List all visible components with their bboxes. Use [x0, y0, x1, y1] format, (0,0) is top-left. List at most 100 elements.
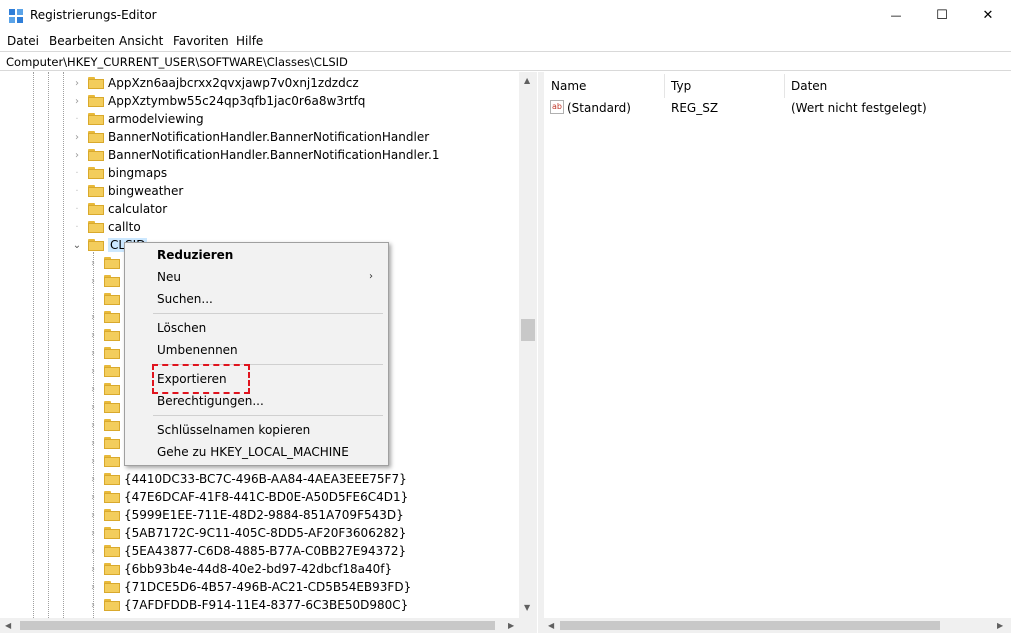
value-row[interactable]: ab (Standard) REG_SZ (Wert nicht festgel… — [544, 99, 1011, 117]
tree-item[interactable]: › BannerNotificationHandler.BannerNotifi… — [70, 128, 429, 146]
expand-icon[interactable]: › — [86, 398, 100, 416]
tree-hscroll-thumb[interactable] — [20, 621, 495, 630]
expand-icon[interactable]: › — [70, 92, 84, 110]
tree-item[interactable]: › — [86, 254, 124, 272]
menu-hilfe[interactable]: Hilfe — [236, 34, 263, 48]
folder-icon — [104, 581, 120, 593]
expand-icon[interactable]: › — [86, 326, 100, 344]
menu-datei[interactable]: Datei — [7, 34, 39, 48]
menu-bearbeiten[interactable]: Bearbeiten — [49, 34, 115, 48]
column-separator[interactable] — [784, 74, 785, 98]
address-bar[interactable]: Computer\HKEY_CURRENT_USER\SOFTWARE\Clas… — [0, 51, 1011, 71]
tree-item-label: {71DCE5D6-4B57-496B-AC21-CD5B54EB93FD} — [124, 580, 412, 594]
expand-icon[interactable]: › — [86, 434, 100, 452]
tree-item-label: {5AB7172C-9C11-405C-8DD5-AF20F3606282} — [124, 526, 407, 540]
tree-item[interactable]: › AppXzn6aajbcrxx2qvxjawp7v0xnj1zdzdcz — [70, 74, 359, 92]
maximize-icon: ☐ — [936, 8, 948, 23]
scroll-right-icon[interactable]: ▶ — [997, 621, 1003, 630]
tree-item[interactable]: · calculator — [70, 200, 167, 218]
tree-item[interactable]: · bingmaps — [70, 164, 167, 182]
expand-icon[interactable]: › — [86, 542, 100, 560]
scroll-right-icon[interactable]: ▶ — [508, 621, 514, 630]
expand-icon[interactable]: › — [86, 380, 100, 398]
tree-item[interactable]: › — [86, 452, 124, 470]
folder-icon — [88, 95, 104, 107]
expand-icon[interactable]: › — [86, 506, 100, 524]
tree-item[interactable]: › {5AB7172C-9C11-405C-8DD5-AF20F3606282} — [86, 524, 406, 542]
tree-item[interactable]: › AppXztymbw55c24qp3qfb1jac0r6a8w3rtfq — [70, 92, 365, 110]
menu-item-schluesselnamen-kopieren[interactable]: Schlüsselnamen kopieren — [157, 423, 310, 437]
expand-icon[interactable]: › — [86, 308, 100, 326]
tree-item[interactable]: › {71DCE5D6-4B57-496B-AC21-CD5B54EB93FD} — [86, 578, 411, 596]
tree-guide — [63, 72, 65, 618]
tree-item-label: callto — [108, 220, 141, 234]
tree-item[interactable]: › {6bb93b4e-44d8-40e2-bd97-42dbcf18a40f} — [86, 560, 392, 578]
folder-icon — [104, 401, 120, 413]
scroll-left-icon[interactable]: ◀ — [5, 621, 11, 630]
expand-icon[interactable]: › — [86, 470, 100, 488]
expand-icon[interactable]: › — [86, 272, 100, 290]
tree-item[interactable]: › {7AFDFDDB-F914-11E4-8377-6C3BE50D980C} — [86, 596, 408, 614]
scroll-up-icon[interactable]: ▲ — [524, 76, 530, 85]
values-hscroll-thumb[interactable] — [560, 621, 940, 630]
minimize-button[interactable]: — — [873, 0, 919, 31]
column-separator[interactable] — [664, 74, 665, 98]
tree-scroll-thumb[interactable] — [521, 319, 535, 341]
tree-vertical-scrollbar[interactable] — [519, 72, 537, 618]
column-header-name[interactable]: Name — [551, 79, 586, 93]
scroll-left-icon[interactable]: ◀ — [548, 621, 554, 630]
tree-item[interactable]: › BannerNotificationHandler.BannerNotifi… — [70, 146, 440, 164]
expand-icon[interactable]: › — [86, 524, 100, 542]
tree-item[interactable]: › {5999E1EE-711E-48D2-9884-851A709F543D} — [86, 506, 404, 524]
tree-item[interactable]: · callto — [70, 218, 141, 236]
menu-item-gehe-zu-hklm[interactable]: Gehe zu HKEY_LOCAL_MACHINE — [157, 445, 349, 459]
expand-icon[interactable]: › — [86, 362, 100, 380]
expand-icon[interactable]: › — [86, 488, 100, 506]
menu-item-berechtigungen[interactable]: Berechtigungen... — [157, 394, 264, 408]
tree-dotted-connector: · — [75, 203, 79, 215]
folder-icon — [104, 599, 120, 611]
expand-icon[interactable]: › — [86, 416, 100, 434]
tree-item[interactable]: › — [86, 380, 124, 398]
menu-ansicht[interactable]: Ansicht — [119, 34, 163, 48]
menu-item-loeschen[interactable]: Löschen — [157, 321, 206, 335]
menu-item-neu[interactable]: Neu — [157, 270, 181, 284]
collapse-icon[interactable]: ⌄ — [70, 236, 84, 254]
close-button[interactable]: ✕ — [965, 0, 1011, 31]
tree-dotted-connector: · — [75, 221, 79, 233]
tree-item[interactable]: › — [86, 398, 124, 416]
expand-icon[interactable]: › — [86, 344, 100, 362]
tree-item[interactable]: · armodelviewing — [70, 110, 203, 128]
tree-item[interactable]: › {4410DC33-BC7C-496B-AA84-4AEA3EEE75F7} — [86, 470, 407, 488]
expand-icon[interactable]: › — [70, 146, 84, 164]
column-header-type[interactable]: Typ — [671, 79, 691, 93]
tree-item[interactable]: · — [86, 290, 124, 308]
window-title: Registrierungs-Editor — [30, 8, 157, 22]
expand-icon[interactable]: › — [86, 578, 100, 596]
tree-item[interactable]: › — [86, 416, 124, 434]
tree-item[interactable]: › — [86, 344, 124, 362]
tree-item[interactable]: › — [86, 308, 124, 326]
menu-favoriten[interactable]: Favoriten — [173, 34, 229, 48]
tree-item[interactable]: › — [86, 434, 124, 452]
expand-icon[interactable]: › — [86, 452, 100, 470]
scroll-down-icon[interactable]: ▼ — [524, 603, 530, 612]
folder-icon — [104, 473, 120, 485]
expand-icon[interactable]: › — [86, 560, 100, 578]
tree-item[interactable]: › {5EA43877-C6D8-4885-B77A-C0BB27E94372} — [86, 542, 406, 560]
menu-item-umbenennen[interactable]: Umbenennen — [157, 343, 238, 357]
menu-item-suchen[interactable]: Suchen... — [157, 292, 213, 306]
column-header-data[interactable]: Daten — [791, 79, 827, 93]
menu-item-reduzieren[interactable]: Reduzieren — [157, 248, 233, 262]
expand-icon[interactable]: › — [86, 254, 100, 272]
folder-icon — [104, 437, 120, 449]
maximize-button[interactable]: ☐ — [919, 0, 965, 31]
tree-item[interactable]: · bingweather — [70, 182, 183, 200]
tree-item[interactable]: › — [86, 362, 124, 380]
expand-icon[interactable]: › — [70, 74, 84, 92]
tree-item[interactable]: › {47E6DCAF-41F8-441C-BD0E-A50D5FE6C4D1} — [86, 488, 408, 506]
tree-item[interactable]: › — [86, 326, 124, 344]
tree-item[interactable]: › — [86, 272, 124, 290]
expand-icon[interactable]: › — [70, 128, 84, 146]
expand-icon[interactable]: › — [86, 596, 100, 614]
